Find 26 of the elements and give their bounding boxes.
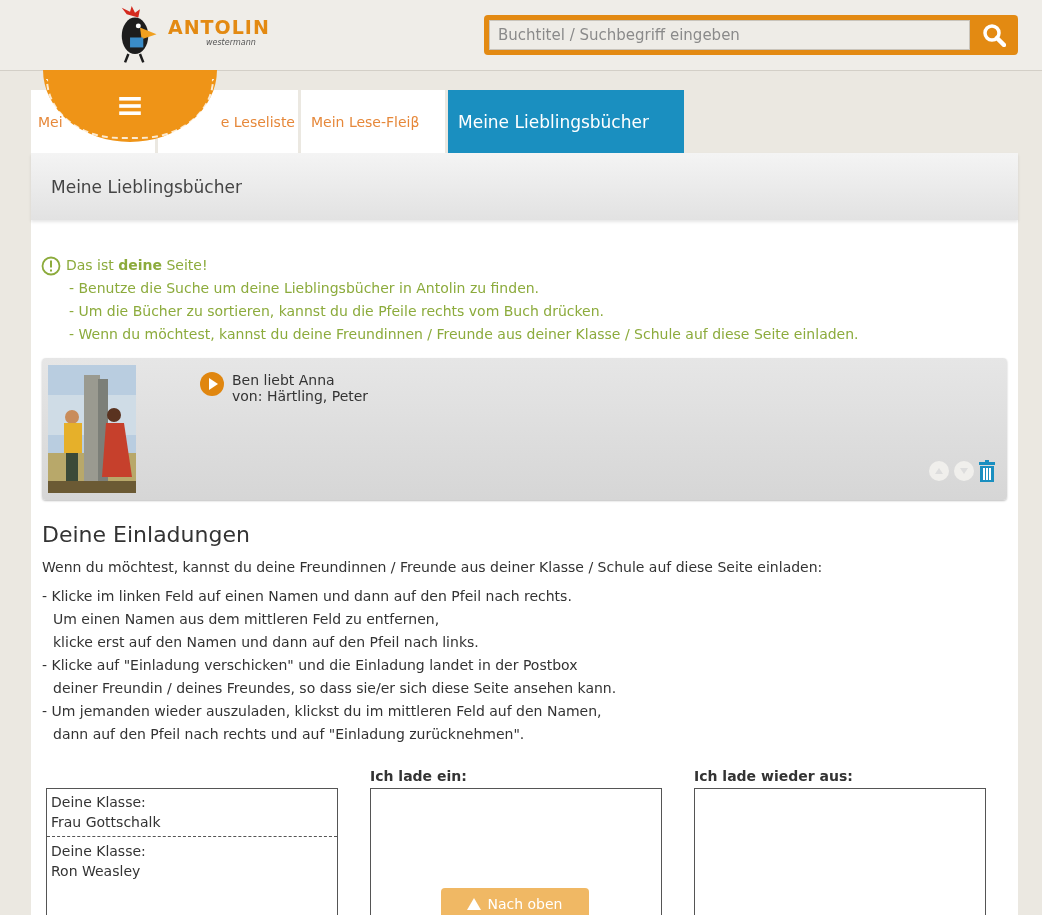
- instruction-line: - Klicke auf "Einladung verschicken" und die Einladung landet in der Postbox: [42, 656, 579, 675]
- tab[interactable]: Mein Lese-Fleiβ: [301, 90, 445, 153]
- instruction-line: deiner Freundin / deines Freundes, so dass sie/er sich diese Seite ansehen kann.: [52, 679, 618, 698]
- list-item[interactable]: Deine Klasse: Frau Gottschalk: [51, 792, 333, 836]
- name-list[interactable]: Deine Klasse: Frau Gottschalk Deine Klasse: Ron Weasley: [46, 788, 338, 915]
- instruction-line: Um einen Namen aus dem mittleren Feld zu entfernen,: [52, 610, 441, 629]
- notice-line: - Wenn du möchtest, kannst du deine Freundinnen / Freunde aus deiner Klasse / Schule auf diese Seite einladen.: [68, 325, 860, 344]
- logo-subtext: westermann: [205, 38, 256, 47]
- notice-line: - Um die Bücher zu sortieren, kannst du die Pfeile rechts vom Buch drücken.: [68, 302, 605, 321]
- search-field[interactable]: Buchtitel / Suchbegriff eingeben: [484, 15, 1018, 55]
- book-title: Ben liebt Anna: [232, 372, 336, 388]
- notice-heading: Das ist deine Seite!: [66, 256, 208, 275]
- instruction-line: - Klicke im linken Feld auf einen Namen und dann auf den Pfeil nach rechts.: [42, 587, 573, 606]
- list-label: Ich lade wieder aus:: [694, 768, 853, 784]
- list-item[interactable]: Deine Klasse: Ron Weasley: [51, 841, 333, 885]
- instruction-line: dann auf den Pfeil nach rechts und auf "Einladung zurücknehmen".: [52, 725, 526, 744]
- instruction-line: - Um jemanden wieder auszuladen, klickst du im mittleren Feld auf den Namen,: [42, 702, 603, 721]
- section-heading: Deine Einladungen: [42, 522, 251, 547]
- logo-text: ANTOLIN: [168, 16, 270, 38]
- book-author: von: Härtling, Peter: [232, 388, 369, 404]
- instruction-line: klicke erst auf den Namen und dann auf den Pfeil nach links.: [52, 633, 480, 652]
- notice-line: - Benutze die Suche um deine Lieblingsbücher in Antolin zu finden.: [68, 279, 541, 298]
- intro-text: Wenn du möchtest, kannst du deine Freundinnen / Freunde aus deiner Klasse / Schule auf diese Seite einladen:: [42, 558, 824, 577]
- page-title: Meine Lieblingsbücher: [51, 176, 242, 197]
- list-label: Ich lade ein:: [370, 768, 467, 784]
- tab[interactable]: Meine Lieblingsbücher: [448, 90, 684, 153]
